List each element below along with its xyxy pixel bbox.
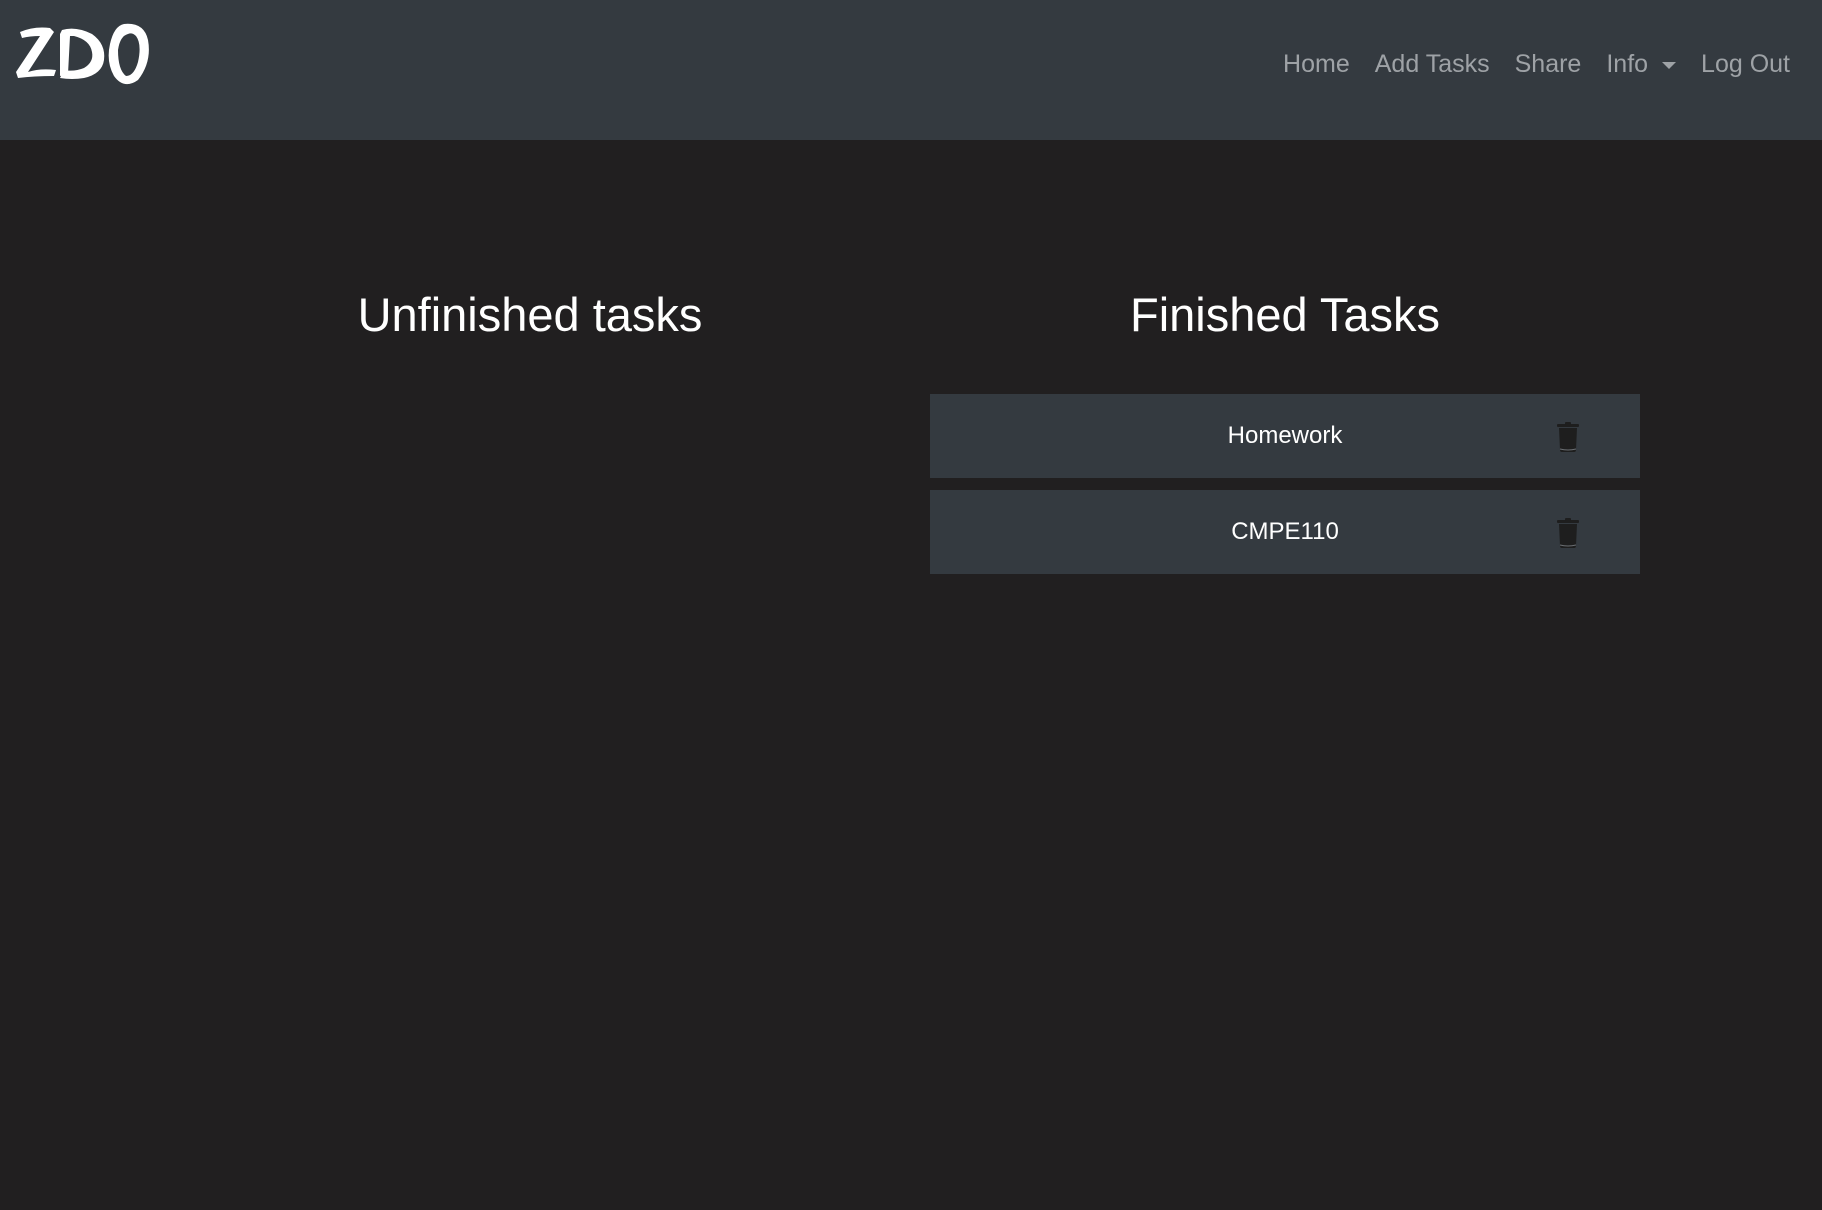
- unfinished-title: Unfinished tasks: [357, 288, 703, 341]
- task-name: Homework: [1227, 422, 1343, 449]
- finished-title: Finished Tasks: [1130, 288, 1440, 341]
- task-card[interactable]: Homework: [930, 394, 1640, 478]
- finished-column: Finished Tasks Homework CMPE110: [930, 280, 1640, 586]
- task-card[interactable]: CMPE110: [930, 490, 1640, 574]
- nav-info-dropdown[interactable]: Info: [1606, 49, 1677, 79]
- navbar: Home Add Tasks Share Info Log Out: [0, 0, 1822, 140]
- task-name: CMPE110: [1231, 518, 1339, 545]
- main-content: Unfinished tasks Finished Tasks Homework…: [0, 140, 1822, 1210]
- caret-down-icon: [1662, 61, 1677, 69]
- nav-add-tasks[interactable]: Add Tasks: [1375, 50, 1490, 79]
- nav-share[interactable]: Share: [1515, 50, 1582, 79]
- nav-home[interactable]: Home: [1283, 50, 1350, 79]
- trash-icon[interactable]: [1556, 518, 1580, 548]
- nav-info-label: Info: [1606, 49, 1649, 78]
- nav-links: Home Add Tasks Share Info Log Out: [1258, 0, 1790, 128]
- brand-logo[interactable]: [14, 18, 158, 90]
- nav-log-out[interactable]: Log Out: [1701, 50, 1790, 79]
- trash-icon[interactable]: [1556, 422, 1580, 452]
- finished-task-list: Homework CMPE110: [930, 394, 1640, 574]
- unfinished-column: Unfinished tasks: [175, 280, 885, 394]
